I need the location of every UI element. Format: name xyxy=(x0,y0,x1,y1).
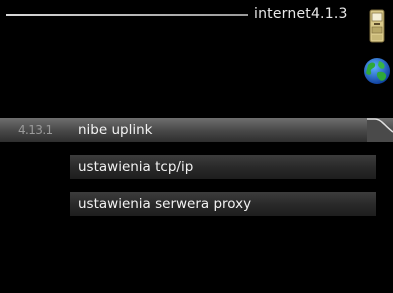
page-title: internet4.1.3 xyxy=(254,6,348,22)
globe-icon xyxy=(364,58,390,84)
menu-item-tcp-ip[interactable]: ustawienia tcp/ip xyxy=(70,155,376,179)
menu-item-proxy[interactable]: ustawienia serwera proxy xyxy=(70,192,376,216)
menu-item-nibe-uplink[interactable]: 4.13.1 nibe uplink xyxy=(0,118,393,142)
menu-item-label: ustawienia tcp/ip xyxy=(70,155,376,179)
menu-item-number: 4.13.1 xyxy=(18,123,53,137)
menu-item-label: nibe uplink xyxy=(78,122,153,138)
selection-highlight xyxy=(0,118,393,142)
thermostat-device-icon xyxy=(369,9,385,43)
screen: internet4.1.3 4.13.1 nibe uplink ustawie… xyxy=(0,0,393,293)
menu-item-label: ustawienia serwera proxy xyxy=(70,192,376,216)
header-divider xyxy=(6,14,248,16)
selection-tab-corner xyxy=(367,118,393,142)
